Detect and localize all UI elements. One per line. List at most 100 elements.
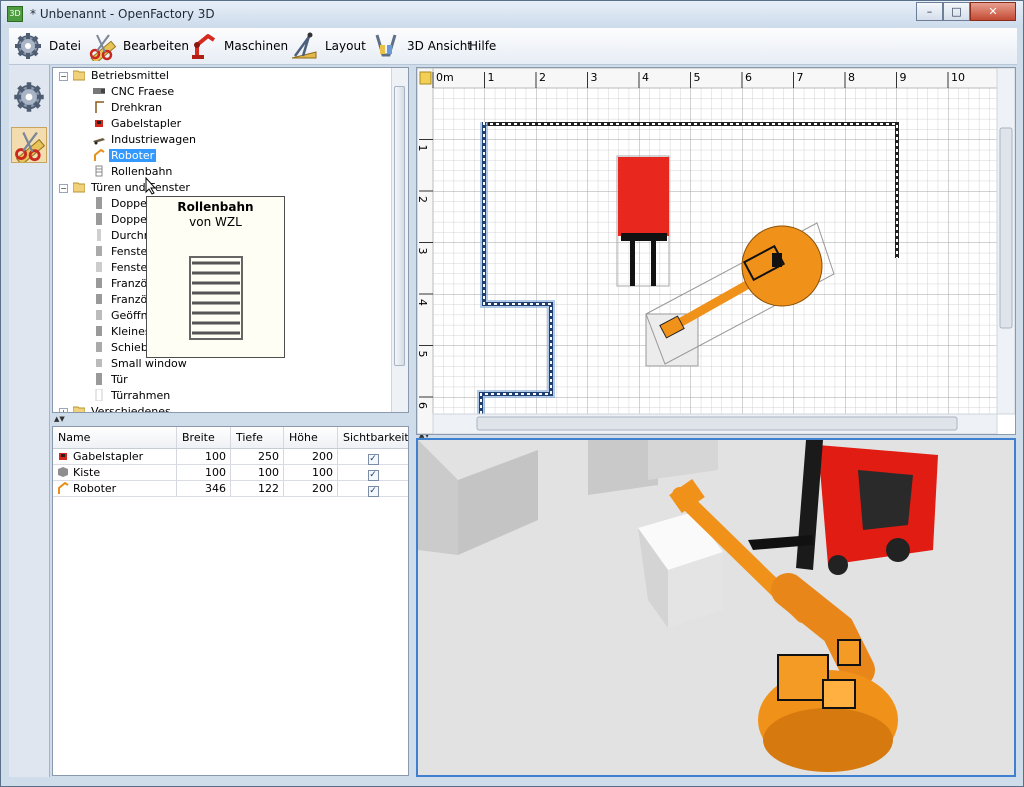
forklift-icon — [59, 453, 67, 460]
tree-item-industriewagen[interactable]: Industriewagen — [93, 132, 198, 148]
plan-horizontal-thumb[interactable] — [476, 416, 958, 431]
mouse-cursor-icon — [145, 177, 157, 195]
menu-hilfe[interactable]: Hilfe — [469, 28, 496, 64]
menu-3d-ansicht[interactable]: 3D Ansicht — [371, 28, 472, 64]
collapse-toggle-tueren[interactable]: − — [59, 184, 68, 193]
column-header-sichtbarkeit[interactable]: Sichtbarkeit — [338, 427, 408, 448]
menu-layout[interactable]: Layout — [289, 28, 366, 64]
side-settings-button[interactable] — [11, 79, 47, 115]
drafting-icon — [291, 32, 317, 59]
menu-bar: Datei Bearbeiten Maschinen Layout 3D Ans… — [9, 28, 1017, 65]
floor-plan-view[interactable]: 0m 1 2 3 4 5 6 7 8 9 10 1 2 3 4 5 6 — [416, 67, 1016, 435]
tree-scrollbar-thumb[interactable] — [394, 86, 405, 366]
table-row[interactable]: Kiste 100 100 100 ✓ — [53, 465, 408, 481]
gear-icon — [14, 82, 44, 112]
splitter-handle-icon[interactable]: ▲▼ — [54, 415, 65, 423]
column-header-breite[interactable]: Breite — [177, 427, 231, 448]
ruler-x-label: 9 — [900, 71, 907, 84]
tooltip-title: Rollenbahn — [177, 200, 254, 214]
tree-item-drehkran[interactable]: Drehkran — [93, 100, 164, 116]
close-button[interactable]: ✕ — [970, 2, 1016, 21]
window-icon — [96, 246, 102, 256]
ruler-y-label: 5 — [417, 351, 429, 358]
app-icon: 3D — [7, 6, 23, 22]
table-row[interactable]: Gabelstapler 100 250 200 ✓ — [53, 449, 408, 465]
robot-arm-icon — [192, 34, 216, 59]
tree-item-window[interactable]: Kleines — [93, 324, 153, 340]
window-icon — [96, 310, 102, 320]
column-header-hoehe[interactable]: Höhe — [284, 427, 338, 448]
visibility-checkbox[interactable]: ✓ — [367, 486, 379, 497]
expand-toggle-verschiedenes[interactable]: + — [59, 408, 68, 412]
tree-scrollbar[interactable] — [391, 68, 408, 412]
conveyor-preview-image — [188, 256, 243, 340]
door-icon — [96, 197, 102, 209]
ruler-x-label: 7 — [797, 71, 804, 84]
ruler-x-label: 8 — [848, 71, 855, 84]
door-icon — [97, 229, 101, 241]
tree-item-rollenbahn[interactable]: Rollenbahn — [93, 164, 174, 180]
folder-icon — [73, 70, 85, 81]
tree-group-betriebsmittel[interactable]: Betriebsmittel — [73, 68, 171, 84]
tree-item-window[interactable]: Fenster — [93, 244, 154, 260]
door-icon — [96, 213, 102, 225]
door-icon — [96, 373, 102, 385]
tree-group-verschiedenes[interactable]: Verschiedenes — [73, 404, 173, 412]
tree-item-tuer[interactable]: Tür — [93, 372, 130, 388]
window-icon — [96, 262, 102, 272]
ruler-x-label: 5 — [694, 71, 701, 84]
collapse-toggle-betriebsmittel[interactable]: − — [59, 72, 68, 81]
minimize-button[interactable]: – — [916, 2, 943, 21]
ruler-corner-icon — [419, 71, 432, 85]
tree-item-small-window[interactable]: Small window — [93, 356, 189, 372]
app-window: 3D * Unbenannt - OpenFactory 3D – □ ✕ Da… — [0, 0, 1024, 787]
side-edit-button[interactable] — [11, 127, 47, 166]
crate-icon — [58, 467, 68, 477]
tree-group-tueren-fenster[interactable]: Türen und Fenster — [73, 180, 192, 196]
window-icon — [96, 294, 102, 304]
floor-plan-canvas[interactable]: 0m 1 2 3 4 5 6 7 8 9 10 1 2 3 4 5 6 — [417, 68, 1015, 434]
window-icon — [96, 342, 102, 352]
tree-item-roboter[interactable]: Roboter — [93, 148, 157, 164]
3d-view[interactable] — [416, 438, 1016, 777]
tree-item-tuerrahmen[interactable]: Türrahmen — [93, 388, 172, 404]
ruler-x-label: 3 — [591, 71, 598, 84]
ruler-y-label: 4 — [417, 299, 429, 306]
menu-maschinen[interactable]: Maschinen — [188, 28, 288, 64]
table-row[interactable]: Roboter 346 122 200 ✓ — [53, 481, 408, 497]
robot-icon — [58, 482, 69, 494]
cnc-machine-icon — [93, 88, 105, 94]
column-header-name[interactable]: Name — [53, 427, 177, 448]
column-header-tiefe[interactable]: Tiefe — [231, 427, 284, 448]
scissors-ruler-icon — [15, 131, 46, 166]
ruler-x-label: 2 — [539, 71, 546, 84]
robot-icon — [94, 149, 105, 161]
tree-item-cnc-fraese[interactable]: CNC Fraese — [93, 84, 176, 100]
ruler-x-label: 6 — [745, 71, 752, 84]
title-bar: 3D * Unbenannt - OpenFactory 3D – □ ✕ — [1, 1, 1023, 27]
glasses-icon — [375, 34, 397, 57]
ruler-y-label: 2 — [417, 196, 429, 203]
ruler-x-label: 10 — [951, 71, 965, 84]
visibility-checkbox[interactable]: ✓ — [367, 470, 379, 481]
crane-icon — [95, 101, 104, 113]
3d-scene-canvas[interactable] — [418, 440, 1014, 775]
tree-item-gabelstapler[interactable]: Gabelstapler — [93, 116, 183, 132]
visibility-checkbox[interactable]: ✓ — [367, 454, 379, 465]
menu-datei[interactable]: Datei — [13, 28, 81, 64]
tree-item-window[interactable]: Fenster — [93, 260, 154, 276]
door-frame-icon — [95, 389, 103, 401]
objects-table: Name Breite Tiefe Höhe Sichtbarkeit Gabe… — [52, 426, 409, 776]
window-icon — [96, 278, 102, 288]
folder-icon — [73, 182, 85, 193]
tooltip-subtitle: von WZL — [189, 215, 242, 229]
maximize-button[interactable]: □ — [943, 2, 970, 21]
ruler-x-label: 4 — [642, 71, 649, 84]
conveyor-icon — [95, 165, 103, 177]
plan-vertical-thumb[interactable] — [999, 127, 1013, 329]
ruler-x-label: 0m — [436, 71, 454, 84]
ruler-x-label: 1 — [488, 71, 495, 84]
side-toolbar — [9, 65, 50, 777]
menu-bearbeiten[interactable]: Bearbeiten — [87, 28, 189, 64]
forklift-icon — [95, 120, 103, 127]
